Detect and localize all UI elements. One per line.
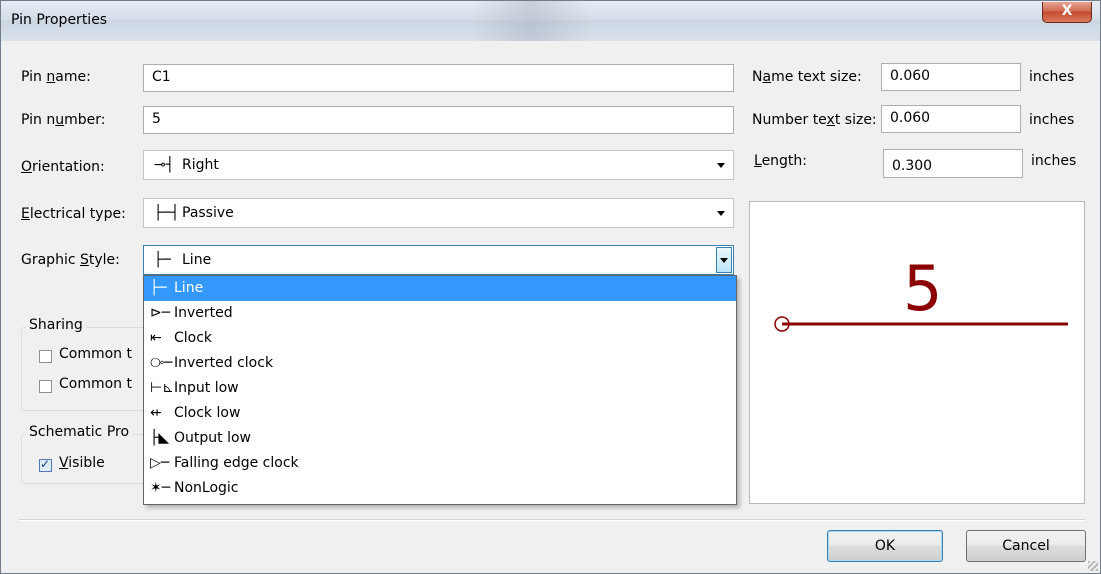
chevron-down-icon[interactable] bbox=[717, 163, 725, 168]
clock-style-icon: ⇤ bbox=[150, 330, 162, 346]
common-to-convert-checkbox[interactable] bbox=[39, 380, 52, 393]
visible-label: Visible bbox=[59, 455, 105, 471]
nonlogic-style-icon: ✶─ bbox=[150, 480, 171, 496]
electrical-type-select[interactable]: ├─┤ Passive bbox=[143, 198, 734, 228]
number-text-size-unit: inches bbox=[1029, 112, 1075, 128]
close-button[interactable]: X bbox=[1042, 2, 1092, 23]
common-option1-label: Common t bbox=[59, 346, 132, 362]
dropdown-item-nonlogic[interactable]: ✶─ NonLogic bbox=[144, 476, 736, 501]
ok-button[interactable]: OK bbox=[827, 530, 943, 562]
length-input[interactable]: 0.300 bbox=[883, 149, 1023, 178]
schematic-group-title: Schematic Pro bbox=[26, 424, 133, 440]
orientation-label: Orientation: bbox=[21, 159, 105, 175]
line-style-icon: ├─ bbox=[150, 280, 167, 296]
number-text-size-label: Number text size: bbox=[752, 112, 877, 128]
length-unit: inches bbox=[1031, 153, 1077, 169]
orientation-select[interactable]: ⊸┤ Right bbox=[143, 150, 734, 180]
pin-name-input[interactable]: C1 bbox=[143, 64, 734, 92]
line-style-icon: ├─ bbox=[154, 252, 171, 268]
dropdown-item-clock[interactable]: ⇤ Clock bbox=[144, 326, 736, 351]
orientation-right-icon: ⊸┤ bbox=[154, 157, 175, 173]
dropdown-item-clock-low[interactable]: ⇷ Clock low bbox=[144, 401, 736, 426]
common-option2-label: Common t bbox=[59, 376, 132, 392]
input-low-style-icon: ⊢⊾ bbox=[150, 380, 174, 396]
dropdown-button[interactable] bbox=[716, 247, 732, 273]
dropdown-item-label: Input low bbox=[174, 380, 239, 396]
inverted-clock-style-icon: ⧂─ bbox=[150, 355, 173, 371]
dropdown-item-label: Line bbox=[174, 280, 204, 296]
dropdown-item-input-low[interactable]: ⊢⊾Input low bbox=[144, 376, 736, 401]
dropdown-item-label: Inverted bbox=[174, 305, 233, 321]
sharing-group-title: Sharing bbox=[26, 317, 86, 333]
dropdown-item-label: Inverted clock bbox=[174, 355, 274, 371]
electrical-type-label: Electrical type: bbox=[21, 206, 126, 222]
dropdown-item-line[interactable]: ├─ Line bbox=[144, 276, 736, 301]
dropdown-item-output-low[interactable]: ├◣ Output low bbox=[144, 426, 736, 451]
length-label: Length: bbox=[754, 153, 808, 169]
pin-preview: 5 bbox=[749, 201, 1085, 504]
orientation-value: Right bbox=[182, 157, 219, 173]
pin-preview-drawing: 5 bbox=[774, 252, 1068, 332]
falling-edge-clock-style-icon: ▷─ bbox=[150, 455, 170, 471]
window-title: Pin Properties bbox=[11, 12, 108, 28]
pin-number-input[interactable]: 5 bbox=[143, 106, 734, 134]
common-to-units-checkbox[interactable] bbox=[39, 350, 52, 363]
dropdown-item-inverted-clock[interactable]: ⧂─ Inverted clock bbox=[144, 351, 736, 376]
pin-properties-dialog: Pin Properties X Pin name: C1 Pin number… bbox=[0, 0, 1101, 574]
electrical-type-value: Passive bbox=[182, 205, 234, 221]
pin-number-label: Pin number: bbox=[21, 112, 106, 128]
graphic-style-dropdown-list: ├─ Line ⊳─ Inverted ⇤ Clock ⧂─ Inverted clock ⊢⊾… bbox=[143, 275, 737, 505]
visible-checkbox[interactable] bbox=[39, 457, 52, 472]
chevron-down-icon bbox=[720, 258, 728, 263]
name-text-size-input[interactable]: 0.060 bbox=[881, 63, 1021, 91]
name-text-size-unit: inches bbox=[1029, 69, 1075, 85]
chevron-down-icon[interactable] bbox=[717, 211, 725, 216]
output-low-style-icon: ├◣ bbox=[150, 430, 170, 446]
title-bar-glass bbox=[471, 1, 591, 41]
name-text-size-label: Name text size: bbox=[752, 69, 862, 85]
button-separator bbox=[19, 519, 1085, 521]
preview-pin-number: 5 bbox=[903, 252, 942, 325]
clock-low-style-icon: ⇷ bbox=[150, 405, 162, 421]
pin-name-label: Pin name: bbox=[21, 69, 91, 85]
inverted-style-icon: ⊳─ bbox=[150, 305, 171, 321]
number-text-size-input[interactable]: 0.060 bbox=[881, 105, 1021, 133]
resize-grip[interactable] bbox=[1088, 561, 1098, 571]
graphic-style-value: Line bbox=[182, 252, 212, 268]
dropdown-item-label: Clock low bbox=[174, 405, 241, 421]
dropdown-item-falling-edge-clock[interactable]: ▷─ Falling edge clock bbox=[144, 451, 736, 476]
graphic-style-label: Graphic Style: bbox=[21, 252, 120, 268]
dropdown-item-label: Output low bbox=[174, 430, 251, 446]
graphic-style-select[interactable]: ├─ Line bbox=[143, 245, 734, 275]
passive-pin-icon: ├─┤ bbox=[154, 205, 180, 221]
dropdown-item-inverted[interactable]: ⊳─ Inverted bbox=[144, 301, 736, 326]
title-bar[interactable]: Pin Properties X bbox=[1, 1, 1100, 41]
cancel-button[interactable]: Cancel bbox=[966, 530, 1086, 562]
dropdown-item-label: Clock bbox=[174, 330, 213, 346]
dropdown-item-label: Falling edge clock bbox=[174, 455, 299, 471]
dropdown-item-label: NonLogic bbox=[174, 480, 239, 496]
